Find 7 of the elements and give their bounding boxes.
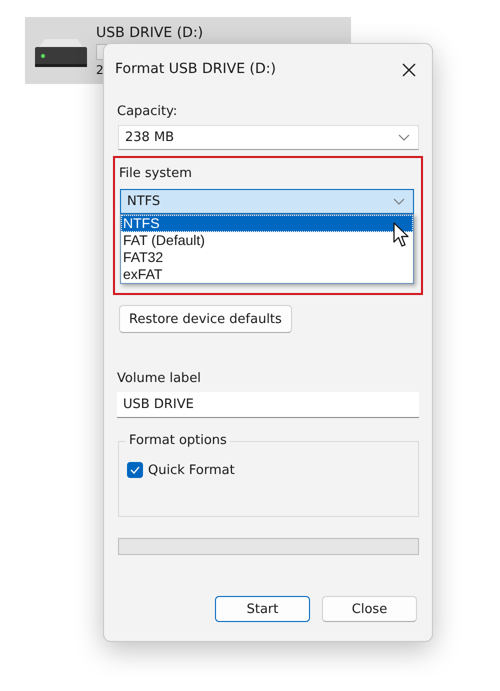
file-system-label: File system [119,166,193,181]
volume-label-label: Volume label [117,371,202,386]
capacity-label: Capacity: [117,104,178,119]
group-legend: Format options [126,433,230,448]
window-title: Format USB DRIVE (D:) [115,61,276,77]
drive-name: USB DRIVE (D:) [96,24,204,40]
drive-detail: 2 [96,62,104,76]
